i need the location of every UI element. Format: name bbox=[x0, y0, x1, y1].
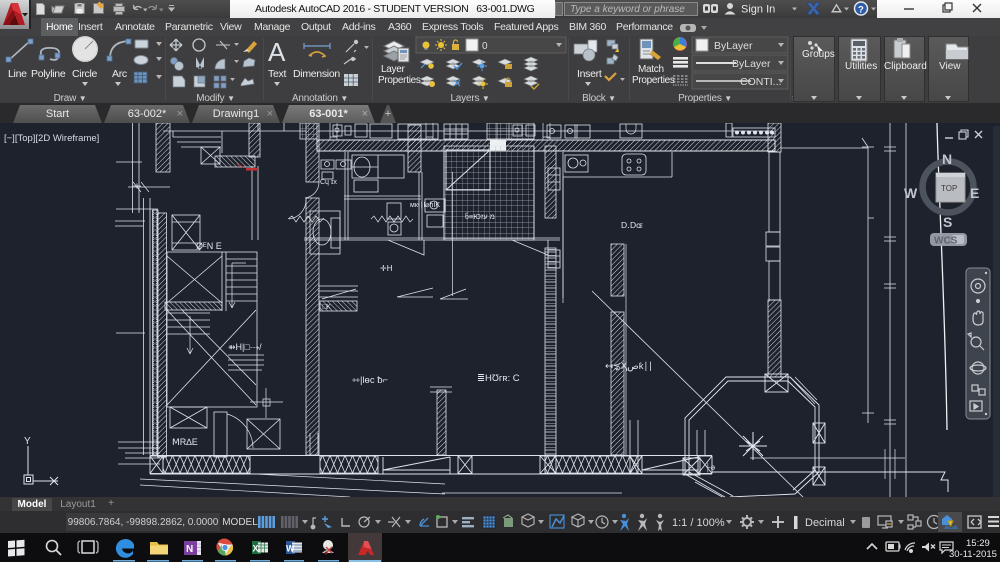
svg-text:├ə: ├ə bbox=[705, 462, 716, 473]
svg-text:W: W bbox=[904, 185, 918, 201]
svg-text:≣HƱгʀ: Ϲ: ≣HƱгʀ: Ϲ bbox=[477, 373, 520, 384]
svg-text:ØᴱN E: ØᴱN E bbox=[196, 241, 222, 251]
svg-text:S: S bbox=[943, 214, 952, 230]
svg-text:[−][Top][2D Wireframe]: [−][Top][2D Wireframe] bbox=[4, 133, 99, 144]
svg-text:WCS: WCS bbox=[934, 236, 958, 247]
svg-text:N: N bbox=[942, 151, 952, 167]
svg-text:30-11-2015: 30-11-2015 bbox=[949, 549, 997, 560]
svg-text:Sign In: Sign In bbox=[741, 4, 775, 16]
svg-text:ByLayer: ByLayer bbox=[732, 58, 771, 70]
svg-text:Clipboard: Clipboard bbox=[884, 61, 927, 72]
svg-text:Groups: Groups bbox=[802, 49, 835, 60]
svg-text:15:29: 15:29 bbox=[966, 538, 990, 549]
svg-text:ნ≡Юמ עז: ნ≡Юמ עז bbox=[465, 212, 495, 221]
svg-text:?: ? bbox=[858, 5, 864, 16]
svg-text:⇿|Ɩɵϲ ƀ⌐: ⇿|Ɩɵϲ ƀ⌐ bbox=[352, 375, 388, 386]
svg-text:D․Dɶ: D․Dɶ bbox=[621, 220, 643, 230]
svg-text:ByLayer: ByLayer bbox=[714, 40, 753, 52]
svg-text:⇻H|□⤏/: ⇻H|□⤏/ bbox=[228, 342, 262, 352]
svg-text:□K: □K bbox=[322, 304, 331, 311]
svg-text:1:1 / 100%: 1:1 / 100% bbox=[672, 517, 725, 529]
svg-text:мкƗ∣І⌀һІK: мкƗ∣І⌀һІK bbox=[410, 201, 440, 209]
svg-text:Utilities: Utilities bbox=[845, 61, 877, 72]
svg-text:Cɥ ɪх: Cɥ ɪх bbox=[320, 179, 337, 186]
svg-text:W: W bbox=[286, 544, 295, 554]
svg-text:↤⋨Ҳصƙ∣∣: ↤⋨Ҳصƙ∣∣ bbox=[605, 361, 653, 372]
svg-text:E: E bbox=[970, 185, 979, 201]
svg-text:TOP: TOP bbox=[941, 184, 957, 193]
svg-text:Decimal: Decimal bbox=[805, 517, 845, 529]
svg-text:0: 0 bbox=[482, 41, 488, 52]
svg-text:X: X bbox=[253, 544, 259, 554]
svg-text:N: N bbox=[186, 544, 193, 555]
svg-text:Y: Y bbox=[24, 436, 31, 447]
svg-text:CONTI...: CONTI... bbox=[740, 76, 781, 88]
svg-text:View: View bbox=[939, 61, 961, 72]
svg-text:ⅯR∆E: ⅯR∆E bbox=[172, 437, 198, 447]
svg-text:✛H: ✛H bbox=[380, 264, 393, 273]
